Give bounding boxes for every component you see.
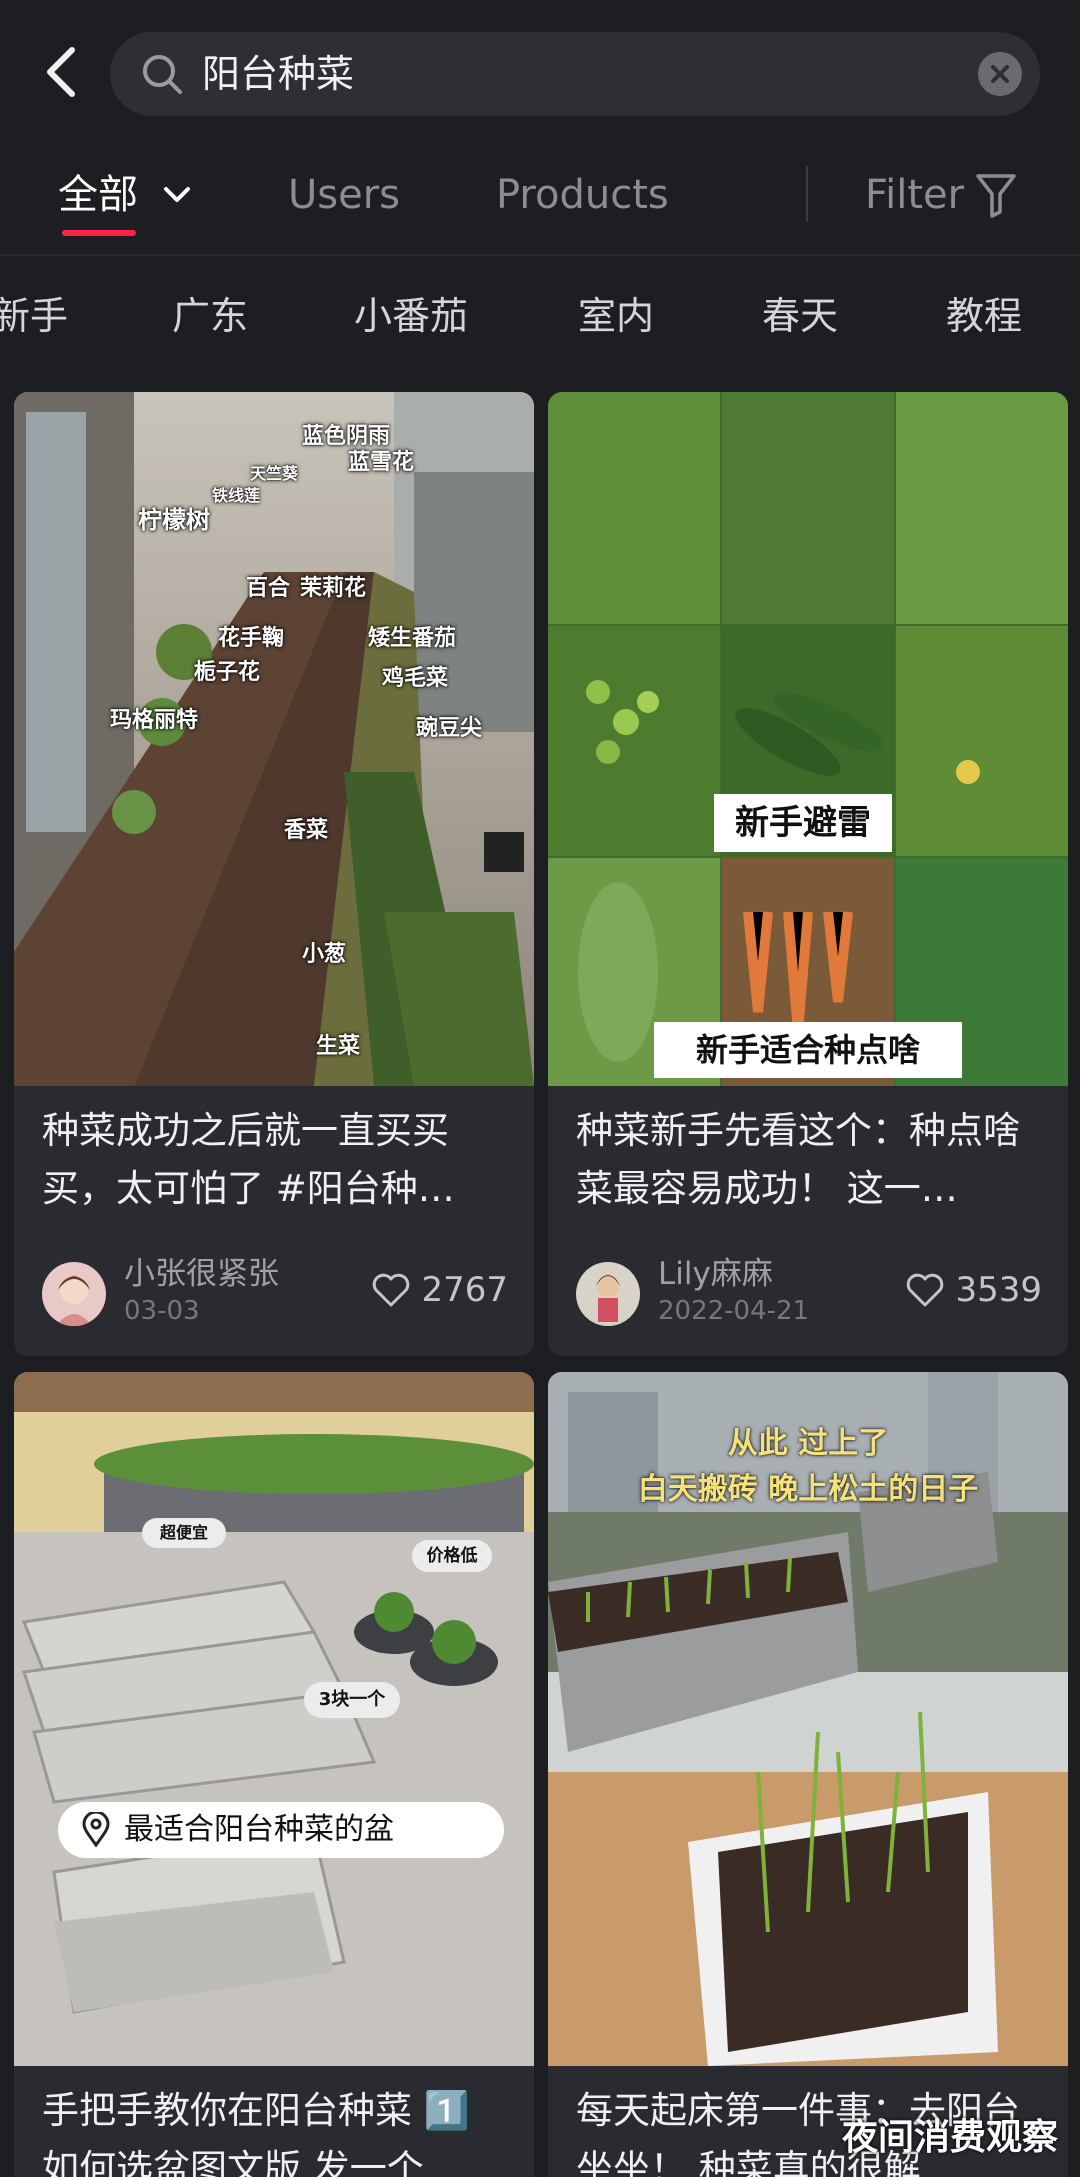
image-label: 铁线莲 bbox=[212, 486, 261, 505]
chip-keyword[interactable]: 室内 bbox=[578, 292, 654, 340]
search-query-text: 阳台种菜 bbox=[202, 52, 355, 96]
location-pin-icon bbox=[82, 1812, 110, 1848]
search-icon bbox=[143, 55, 182, 94]
author-name[interactable]: Lily麻麻 bbox=[658, 1254, 773, 1294]
image-label: 蓝雪花 bbox=[348, 450, 415, 475]
vegetable-collage-image bbox=[548, 392, 1068, 1086]
keyword-chips: 新手 广东 小番茄 室内 春天 教程 bbox=[0, 256, 1080, 376]
location-label: 最适合阳台种菜的盆 bbox=[124, 1812, 394, 1847]
result-tabs: 全部 Users Products Filter bbox=[0, 150, 1080, 255]
image-label: 栀子花 bbox=[194, 660, 261, 685]
image-caption: 从此 过上了 bbox=[727, 1426, 889, 1461]
image-sticker: 超便宜 bbox=[142, 1518, 226, 1548]
chevron-down-icon[interactable] bbox=[162, 182, 192, 208]
clear-search-icon[interactable] bbox=[978, 52, 1022, 96]
image-sticker: 价格低 bbox=[412, 1540, 492, 1572]
note-card[interactable]: 蓝色阴雨 蓝雪花 天竺葵 铁线莲 柠檬树 百合 茉莉花 花手鞠 矮生番茄 栀子花… bbox=[14, 392, 534, 1356]
heart-icon bbox=[907, 1273, 944, 1307]
image-label: 香菜 bbox=[284, 818, 329, 843]
image-caption: 白天搬砖 晚上松土的日子 bbox=[637, 1472, 979, 1507]
tab-filter[interactable]: Filter bbox=[865, 170, 964, 220]
chip-keyword[interactable]: 新手 bbox=[0, 292, 68, 340]
image-label: 玛格丽特 bbox=[110, 708, 199, 733]
chip-keyword[interactable]: 广东 bbox=[172, 292, 248, 340]
like-button[interactable]: 3539 bbox=[905, 1268, 1042, 1312]
image-caption: 新手避雷 bbox=[714, 794, 892, 852]
like-count: 3539 bbox=[955, 1270, 1042, 1310]
image-label: 鸡毛菜 bbox=[382, 666, 449, 691]
image-label: 生菜 bbox=[316, 1034, 361, 1059]
tab-products[interactable]: Products bbox=[496, 170, 669, 220]
tab-all[interactable]: 全部 bbox=[58, 170, 138, 220]
image-label: 百合 bbox=[246, 576, 291, 601]
chip-keyword[interactable]: 小番茄 bbox=[354, 292, 468, 340]
like-button[interactable]: 2767 bbox=[371, 1268, 508, 1312]
image-sticker: 3块一个 bbox=[304, 1682, 400, 1718]
image-label: 天竺葵 bbox=[250, 464, 299, 483]
image-label: 花手鞠 bbox=[218, 626, 285, 651]
tab-divider bbox=[806, 166, 808, 222]
card-title: 手把手教你在阳台种菜 1️⃣ 如何选盆图文版 发一个 bbox=[42, 2089, 470, 2177]
image-caption: 新手适合种点啥 bbox=[654, 1022, 962, 1078]
avatar[interactable] bbox=[42, 1262, 106, 1326]
filter-icon[interactable] bbox=[975, 172, 1017, 218]
watermark: 夜间消费观察 bbox=[841, 2117, 1058, 2158]
image-label: 豌豆尖 bbox=[416, 716, 483, 741]
back-arrow-icon[interactable] bbox=[38, 42, 88, 102]
card-title: 种菜新手先看这个：种点啥菜最容易成功！ 这一… bbox=[576, 1109, 1020, 1210]
like-count: 2767 bbox=[421, 1270, 508, 1310]
image-label: 小葱 bbox=[302, 942, 347, 967]
heart-icon bbox=[373, 1273, 410, 1307]
search-header: 阳台种菜 bbox=[0, 0, 1080, 150]
tab-users[interactable]: Users bbox=[288, 170, 400, 220]
search-input[interactable]: 阳台种菜 bbox=[110, 32, 1040, 116]
avatar[interactable] bbox=[576, 1262, 640, 1326]
location-sticker: 最适合阳台种菜的盆 bbox=[58, 1802, 504, 1858]
chip-keyword[interactable]: 教程 bbox=[946, 292, 1022, 340]
image-label: 矮生番茄 bbox=[368, 626, 457, 651]
planter-boxes-image bbox=[14, 1372, 534, 2066]
image-label: 茉莉花 bbox=[300, 576, 367, 601]
post-date: 03-03 bbox=[124, 1296, 200, 1326]
note-card[interactable]: 新手避雷 新手适合种点啥 种菜新手先看这个：种点啥菜最容易成功！ 这一… Lil… bbox=[548, 392, 1068, 1356]
author-name[interactable]: 小张很紧张 bbox=[124, 1254, 279, 1294]
active-tab-indicator bbox=[62, 230, 136, 236]
note-card[interactable]: 从此 过上了 白天搬砖 晚上松土的日子 每天起床第一件事：去阳台坐坐！ 种菜真的… bbox=[548, 1372, 1068, 2177]
image-label: 柠檬树 bbox=[138, 506, 210, 534]
post-date: 2022-04-21 bbox=[658, 1296, 810, 1326]
chip-keyword[interactable]: 春天 bbox=[762, 292, 838, 340]
note-card[interactable]: 超便宜 价格低 3块一个 最适合阳台种菜的盆 手把手教你在阳台种菜 1️⃣ 如何… bbox=[14, 1372, 534, 2177]
card-title: 种菜成功之后就一直买买买，太可怕了 #阳台种… bbox=[42, 1109, 455, 1210]
